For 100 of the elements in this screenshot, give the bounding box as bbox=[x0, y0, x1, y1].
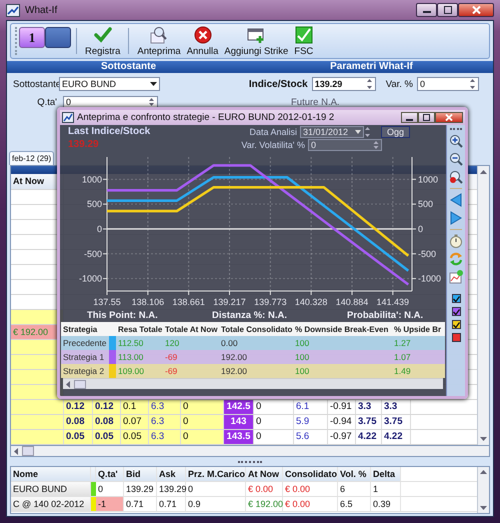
horizontal-scrollbar[interactable] bbox=[10, 446, 490, 457]
table-cell: EURO BUND bbox=[11, 482, 91, 496]
zoom-out-icon[interactable] bbox=[449, 152, 463, 166]
page-button[interactable]: 1 bbox=[19, 27, 45, 48]
spin-arrows-icon[interactable] bbox=[373, 140, 379, 150]
table-cell: 0.12 bbox=[64, 400, 93, 414]
up-arrow-icon[interactable] bbox=[480, 470, 487, 474]
column-header: Ask bbox=[157, 467, 186, 481]
column-header: Totale Consolidato bbox=[220, 324, 293, 334]
axis-tick-label: -500 bbox=[84, 248, 102, 259]
axis-tick-label: -500 bbox=[418, 248, 436, 259]
up-arrow-icon[interactable] bbox=[480, 170, 487, 174]
series-checkbox[interactable] bbox=[452, 333, 460, 342]
table-cell: 5.6 bbox=[294, 430, 328, 444]
table-cell: 0.1 bbox=[121, 400, 149, 414]
table-cell: 6.1 bbox=[294, 400, 328, 414]
close-button[interactable] bbox=[458, 3, 494, 17]
section-title: Sottostante bbox=[100, 61, 157, 73]
future-status: Future N.A. bbox=[291, 96, 340, 108]
zoom-reset-icon[interactable] bbox=[449, 170, 463, 184]
caret-icon bbox=[354, 130, 361, 134]
minimize-button[interactable] bbox=[416, 3, 437, 17]
register-button[interactable]: Registra bbox=[83, 25, 122, 57]
table-cell-text: 1.07 bbox=[393, 352, 412, 362]
table-cell: 0.71 bbox=[157, 497, 186, 511]
table-cell-text: 100 bbox=[294, 366, 310, 376]
volatility-spinner[interactable]: 0 bbox=[308, 138, 382, 150]
table-cell-text: 1.27 bbox=[393, 338, 412, 348]
expiry-tab[interactable]: feb-12 (29) bbox=[9, 151, 54, 165]
right-triangle-icon[interactable] bbox=[449, 211, 463, 225]
spin-arrows-icon[interactable] bbox=[469, 78, 476, 90]
add-strike-button[interactable]: Aggiungi Strike bbox=[222, 25, 290, 57]
variation-spinner[interactable]: 0 bbox=[417, 77, 479, 91]
vertical-scrollbar[interactable] bbox=[477, 166, 489, 445]
table-cell-text: Strategia 2 bbox=[62, 366, 106, 376]
table-cell: 3.3 bbox=[382, 400, 411, 414]
underlying-dropdown[interactable]: EURO BUND bbox=[59, 77, 160, 91]
column-header: Nome bbox=[11, 467, 91, 481]
axis-tick-label: 1000 bbox=[418, 174, 438, 184]
table-cell: 0 bbox=[254, 400, 294, 414]
table-cell-text: Strategia 1 bbox=[62, 352, 106, 362]
table-cell: 3.3 bbox=[356, 400, 382, 414]
field-label: Last Indice/Stock bbox=[68, 126, 150, 137]
table-cell: -1 bbox=[96, 497, 124, 511]
index-spinner[interactable]: 139.29 bbox=[312, 77, 376, 91]
table-cell: 6 bbox=[338, 482, 371, 496]
close-icon bbox=[472, 6, 480, 14]
dialog-title: Anteprima e confronto strategie - EURO BUND 2012-01-19 2 bbox=[77, 112, 334, 123]
axis-tick-label: 1000 bbox=[82, 174, 102, 184]
fsc-button[interactable]: FSC bbox=[292, 25, 316, 57]
zoom-in-icon[interactable] bbox=[449, 134, 463, 148]
stopwatch-icon[interactable] bbox=[449, 234, 463, 248]
close-button[interactable] bbox=[435, 112, 463, 123]
table-cell-text: -69 bbox=[164, 352, 178, 362]
column-header: Strategia bbox=[62, 324, 98, 334]
table-cell: 0 bbox=[181, 400, 224, 414]
left-triangle-icon[interactable] bbox=[449, 193, 463, 207]
maximize-button[interactable] bbox=[418, 112, 435, 123]
page-button[interactable] bbox=[45, 27, 71, 48]
series-checkbox[interactable] bbox=[452, 294, 460, 303]
price-value: 139.29 bbox=[68, 139, 99, 150]
strike-cell: 143 bbox=[224, 415, 254, 429]
minimize-button[interactable] bbox=[401, 112, 418, 123]
spin-arrows-icon[interactable] bbox=[148, 97, 155, 107]
table-cell-text: Precedente bbox=[62, 338, 108, 348]
table-cell: € 0.00 bbox=[246, 482, 283, 496]
table-cell-text: 100 bbox=[294, 352, 310, 362]
add-chart-icon[interactable] bbox=[449, 270, 463, 284]
table-cell: 0.05 bbox=[121, 430, 149, 444]
axis-tick-label: 500 bbox=[86, 199, 102, 210]
vertical-scrollbar[interactable] bbox=[477, 467, 489, 513]
preview-button[interactable]: Anteprima bbox=[135, 25, 183, 57]
table-cell: -0.94 bbox=[328, 415, 356, 429]
cancel-icon bbox=[194, 26, 212, 44]
table-cell-text: -69 bbox=[164, 366, 178, 376]
table-cell: -0.91 bbox=[328, 400, 356, 414]
table-cell-text: 192.00 bbox=[220, 366, 248, 376]
cancel-button[interactable]: Annulla bbox=[184, 25, 220, 57]
info-text: This Point: N.A. bbox=[87, 309, 159, 322]
axis-tick-label: 139.217 bbox=[213, 297, 246, 307]
close-icon bbox=[445, 114, 453, 121]
date-dropdown[interactable]: 31/01/2012 bbox=[300, 126, 364, 138]
quantity-spinner[interactable]: 0 bbox=[63, 96, 158, 108]
axis-tick-label: -1000 bbox=[418, 274, 442, 284]
left-arrow-icon[interactable] bbox=[14, 448, 18, 454]
series-checkbox[interactable] bbox=[452, 320, 460, 329]
field-label: Indice/Stock bbox=[248, 78, 308, 90]
scrollbar-thumb[interactable] bbox=[22, 446, 34, 456]
info-text: Probabilita': N.A. bbox=[347, 309, 424, 322]
field-label: Sottostante bbox=[13, 78, 59, 90]
today-button[interactable]: Ogg bbox=[380, 126, 410, 138]
strike-cell: 143.5 bbox=[224, 430, 254, 444]
scrollbar-thumb[interactable] bbox=[74, 380, 86, 388]
horizontal-scrollbar[interactable] bbox=[63, 378, 443, 389]
table-cell: 0 bbox=[254, 415, 294, 429]
spin-arrows-icon[interactable] bbox=[364, 126, 371, 138]
maximize-button[interactable] bbox=[437, 3, 458, 17]
spin-arrows-icon[interactable] bbox=[366, 78, 373, 90]
series-checkbox[interactable] bbox=[452, 307, 460, 316]
left-arrow-icon[interactable] bbox=[66, 380, 70, 388]
